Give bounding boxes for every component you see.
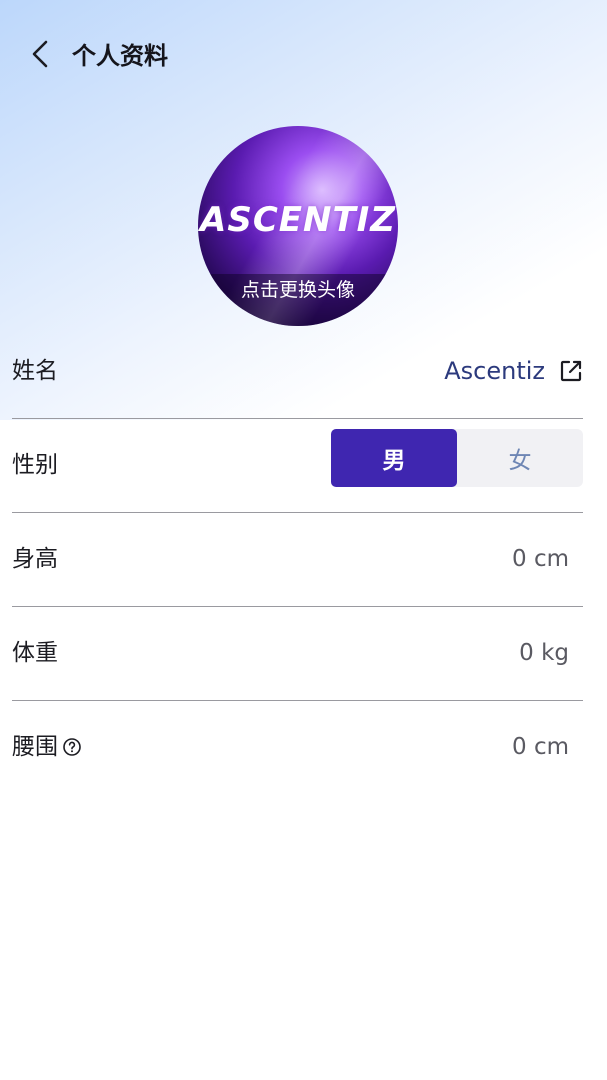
name-value: Ascentiz bbox=[444, 357, 545, 385]
gender-option-female[interactable]: 女 bbox=[457, 429, 583, 487]
waist-value[interactable]: 0 cm bbox=[512, 731, 569, 763]
name-label: 姓名 bbox=[12, 358, 58, 384]
profile-page: 个人资料 ASCENTIZ 点击更换头像 姓名 Ascentiz 性别 男 女 … bbox=[0, 0, 607, 1080]
profile-form: 姓名 Ascentiz 性别 男 女 身高 0 cm 体重 0 kg 腰围 0 … bbox=[12, 325, 583, 795]
gender-toggle: 男 女 bbox=[331, 429, 583, 487]
height-row[interactable]: 身高 0 cm bbox=[12, 513, 583, 607]
gender-row: 性别 男 女 bbox=[12, 419, 583, 513]
waist-label-group: 腰围 bbox=[12, 731, 82, 763]
gender-label: 性别 bbox=[12, 452, 58, 478]
weight-row[interactable]: 体重 0 kg bbox=[12, 607, 583, 701]
waist-row[interactable]: 腰围 0 cm bbox=[12, 701, 583, 795]
avatar-logo-text: ASCENTIZ bbox=[200, 200, 396, 240]
name-row: 姓名 Ascentiz bbox=[12, 325, 583, 419]
back-button[interactable] bbox=[22, 38, 58, 74]
header: 个人资料 bbox=[0, 0, 607, 112]
weight-label: 体重 bbox=[12, 640, 58, 666]
avatar-change-button[interactable]: ASCENTIZ 点击更换头像 bbox=[198, 126, 398, 326]
edit-icon bbox=[559, 359, 583, 383]
chevron-left-icon bbox=[29, 39, 51, 73]
gender-option-male[interactable]: 男 bbox=[331, 429, 457, 487]
page-title: 个人资料 bbox=[72, 42, 168, 70]
avatar-caption: 点击更换头像 bbox=[198, 274, 398, 326]
height-value[interactable]: 0 cm bbox=[512, 543, 569, 575]
name-edit-button[interactable]: Ascentiz bbox=[444, 355, 583, 387]
weight-value[interactable]: 0 kg bbox=[519, 637, 569, 669]
waist-label: 腰围 bbox=[12, 734, 58, 760]
question-circle-icon[interactable] bbox=[62, 737, 82, 757]
height-label: 身高 bbox=[12, 546, 58, 572]
